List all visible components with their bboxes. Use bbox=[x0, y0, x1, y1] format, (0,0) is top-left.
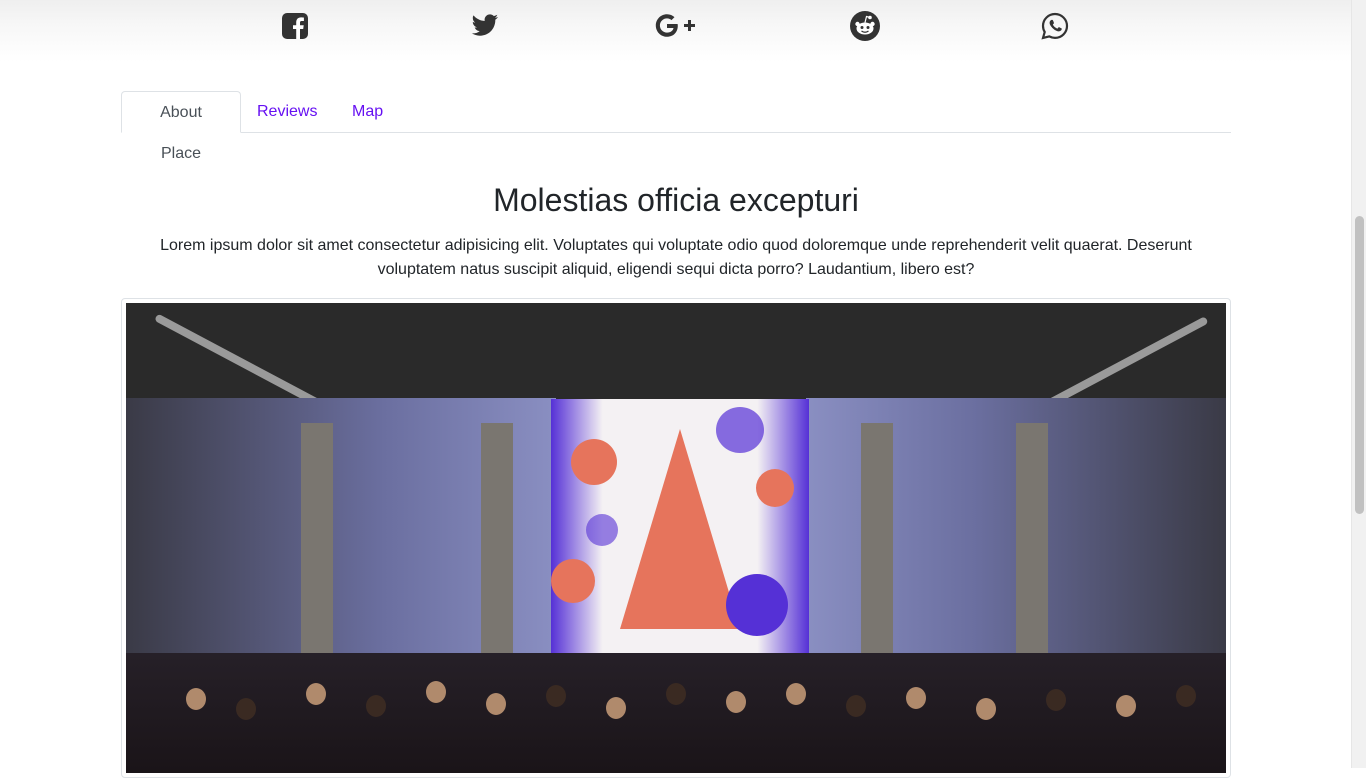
twitter-share-icon[interactable] bbox=[470, 11, 500, 41]
place-photo-frame bbox=[121, 298, 1231, 778]
tab-reviews[interactable]: Reviews bbox=[241, 91, 333, 132]
place-title: Molestias officia excepturi bbox=[493, 182, 859, 218]
place-description: Lorem ipsum dolor sit amet consectetur a… bbox=[160, 237, 1192, 278]
tab-about-place[interactable]: About Place bbox=[121, 91, 241, 162]
whatsapp-icon bbox=[1041, 12, 1069, 40]
social-share-bar bbox=[0, 0, 1351, 62]
google-plus-icon bbox=[655, 14, 695, 37]
tab-map[interactable]: Map bbox=[336, 91, 399, 132]
place-tabs: About Place Reviews Map bbox=[121, 91, 1231, 162]
whatsapp-share-icon[interactable] bbox=[1040, 11, 1070, 41]
page-scrollbar[interactable] bbox=[1351, 0, 1366, 768]
google-plus-share-icon[interactable] bbox=[655, 11, 697, 41]
scrollbar-thumb[interactable] bbox=[1355, 216, 1364, 514]
facebook-share-icon[interactable] bbox=[280, 11, 310, 41]
twitter-icon bbox=[471, 14, 498, 36]
reddit-icon bbox=[850, 11, 880, 41]
place-photo bbox=[126, 303, 1226, 773]
facebook-square-icon bbox=[282, 13, 308, 39]
reddit-share-icon[interactable] bbox=[850, 11, 880, 41]
